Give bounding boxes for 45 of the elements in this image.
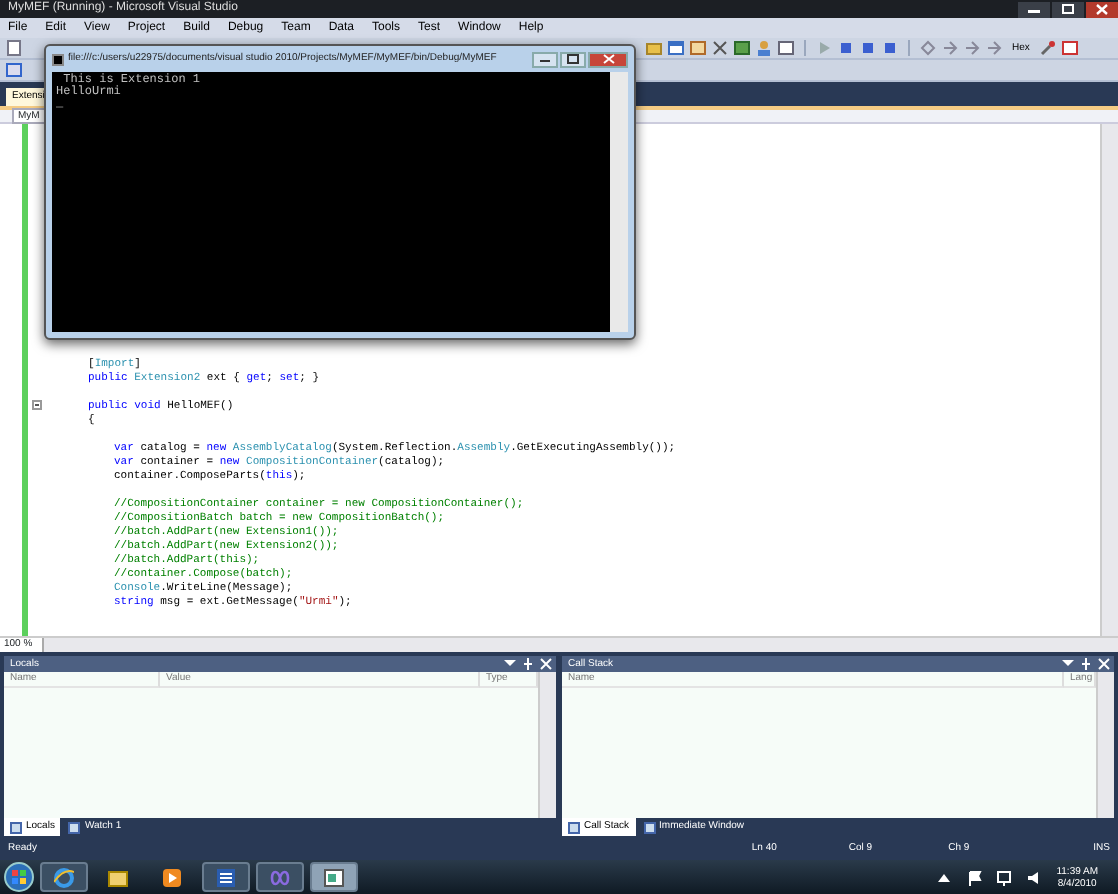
maximize-icon — [562, 52, 584, 66]
infinity-icon — [270, 867, 290, 887]
pin-icon[interactable] — [1078, 656, 1094, 672]
minimize-button[interactable] — [1018, 1, 1050, 17]
window-icon[interactable] — [1061, 40, 1078, 56]
close-icon[interactable] — [1096, 656, 1112, 672]
vertical-scrollbar[interactable] — [1100, 124, 1118, 636]
window-icon — [643, 821, 656, 833]
window-icon[interactable] — [778, 40, 794, 56]
window-icon[interactable] — [6, 62, 22, 78]
person-icon[interactable] — [756, 40, 772, 56]
horizontal-scrollbar[interactable] — [44, 638, 1118, 652]
speaker-icon[interactable] — [1026, 869, 1043, 885]
folder-icon — [108, 867, 128, 887]
document-icon — [216, 867, 236, 887]
window-icon — [68, 821, 81, 833]
play-icon — [162, 867, 182, 887]
up-arrow-icon[interactable] — [936, 869, 953, 885]
page-icon[interactable] — [6, 40, 22, 56]
window-icon — [10, 821, 22, 833]
taskbar-button[interactable] — [202, 862, 250, 892]
close-icon — [1094, 2, 1110, 16]
restore-button[interactable] — [1052, 1, 1084, 17]
console-icon — [52, 53, 64, 65]
ring-icon — [54, 867, 74, 887]
monitor-icon[interactable] — [996, 869, 1013, 885]
vertical-scrollbar[interactable] — [1096, 672, 1114, 818]
window-icon — [324, 867, 344, 887]
orb-icon[interactable] — [4, 862, 34, 892]
restore-icon — [1060, 2, 1076, 16]
square-icon[interactable] — [882, 40, 898, 56]
close-button[interactable] — [1086, 1, 1118, 17]
window-icon — [568, 821, 580, 833]
minimize-button[interactable] — [532, 51, 558, 67]
square-icon[interactable] — [860, 40, 876, 56]
taskbar-button[interactable] — [310, 862, 358, 892]
window-icon[interactable] — [668, 40, 684, 56]
flag-icon[interactable] — [966, 869, 983, 885]
collapse-icon[interactable] — [31, 400, 41, 410]
vertical-scrollbar[interactable] — [610, 72, 628, 332]
vertical-scrollbar[interactable] — [538, 672, 556, 818]
pin-icon[interactable] — [520, 656, 536, 672]
square-icon[interactable] — [838, 40, 854, 56]
close-icon[interactable] — [538, 656, 554, 672]
maximize-button[interactable] — [560, 51, 586, 67]
